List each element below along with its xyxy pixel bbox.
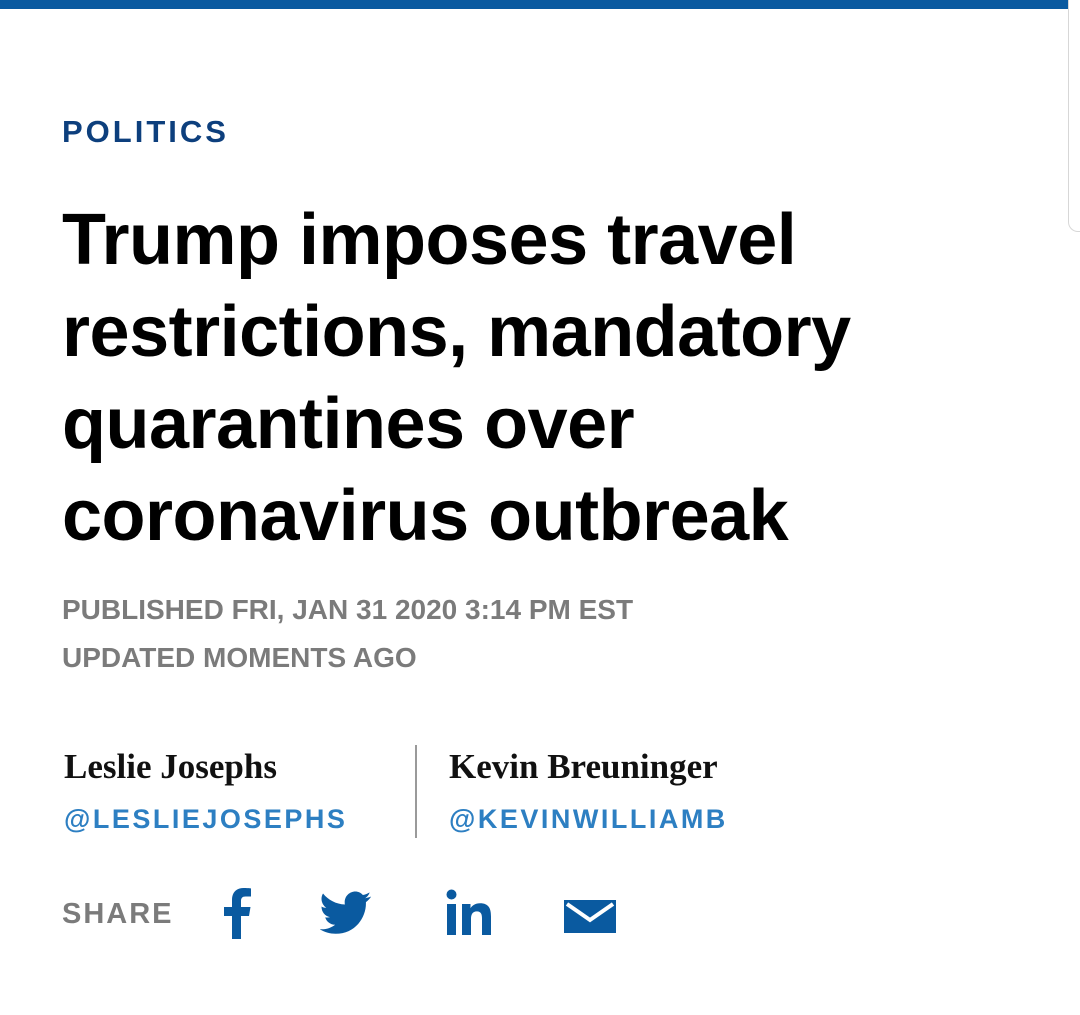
email-icon[interactable] <box>564 900 616 933</box>
top-accent-bar <box>0 0 1068 9</box>
headline-line: restrictions, mandatory <box>62 292 851 372</box>
twitter-icon[interactable] <box>320 891 372 935</box>
author-kevin-breuninger: Kevin Breuninger @KEVINWILLIAMB <box>449 745 728 837</box>
author-name[interactable]: Kevin Breuninger <box>449 745 728 789</box>
headline-line: quarantines over <box>62 384 635 464</box>
author-twitter-handle[interactable]: @KEVINWILLIAMB <box>449 801 728 837</box>
facebook-icon[interactable] <box>220 887 252 939</box>
article-headline: Trump imposes travel restrictions, manda… <box>62 194 1022 562</box>
author-divider <box>415 745 417 838</box>
share-label: SHARE <box>62 898 174 930</box>
published-time: PUBLISHED FRI, JAN 31 2020 3:14 PM EST <box>62 594 634 625</box>
author-twitter-handle[interactable]: @LESLIEJOSEPHS <box>64 801 347 837</box>
headline-line: Trump imposes travel <box>62 200 797 280</box>
author-byline: Leslie Josephs @LESLIEJOSEPHS Kevin Breu… <box>62 745 862 840</box>
headline-line: coronavirus outbreak <box>62 476 789 556</box>
section-link-politics[interactable]: POLITICS <box>62 114 229 150</box>
author-leslie-josephs: Leslie Josephs @LESLIEJOSEPHS <box>64 745 347 837</box>
updated-time: UPDATED MOMENTS AGO <box>62 642 417 673</box>
article-timestamps: PUBLISHED FRI, JAN 31 2020 3:14 PM EST U… <box>62 586 633 682</box>
share-bar: SHARE <box>62 885 762 945</box>
linkedin-icon[interactable] <box>446 889 494 935</box>
author-name[interactable]: Leslie Josephs <box>64 745 347 789</box>
scrollbar[interactable] <box>1068 0 1080 232</box>
